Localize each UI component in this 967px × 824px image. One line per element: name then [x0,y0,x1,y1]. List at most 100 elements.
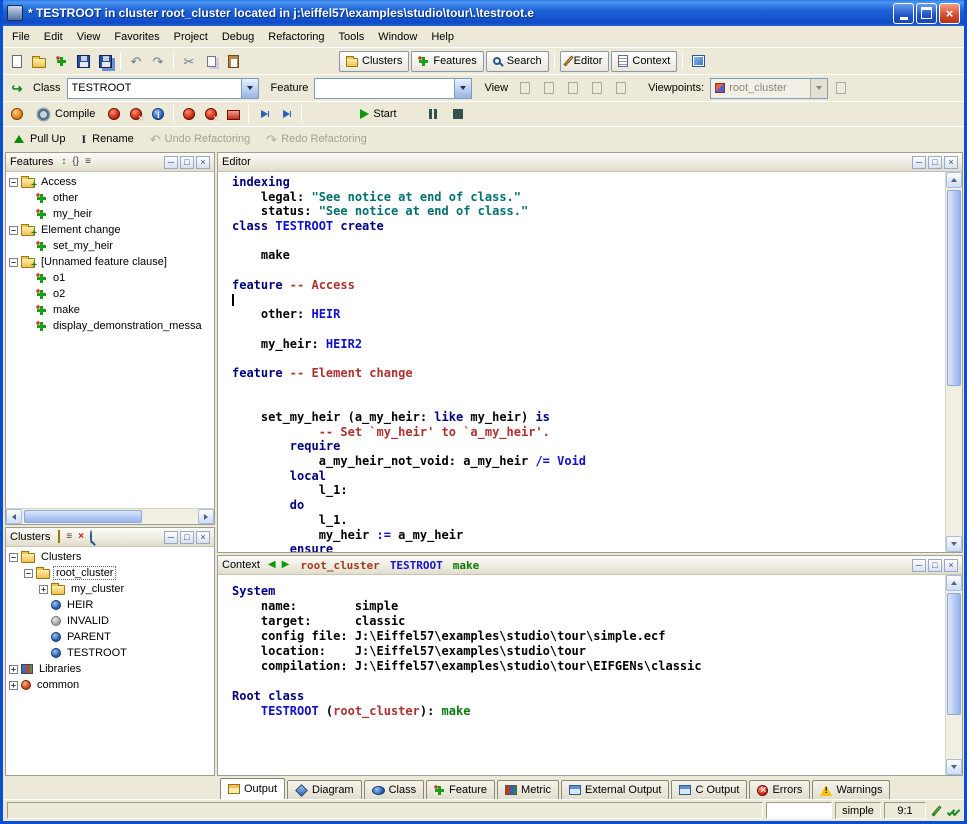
collapse-icon[interactable]: − [24,569,33,578]
redo-button[interactable]: ↷ [148,50,168,72]
breadcrumb-cluster[interactable]: root_cluster [300,559,379,572]
viewpoints-combo-dropdown-icon[interactable] [810,79,827,98]
tree-item-common[interactable]: +common [6,677,214,693]
tree-item-my-cluster[interactable]: +my_cluster [6,581,214,597]
features-tool-button[interactable]: Features [411,51,483,72]
undo-button[interactable]: ↶ [126,50,146,72]
tab-warnings[interactable]: Warnings [812,780,890,799]
tree-item-testroot[interactable]: TESTROOT [6,645,214,661]
panel-maximize-button[interactable]: □ [928,559,942,572]
expand-icon[interactable]: + [9,681,18,690]
collapse-icon[interactable]: − [9,553,18,562]
cut-button[interactable]: ✂ [179,50,199,72]
melt-button[interactable] [7,103,27,125]
context-panel-header[interactable]: Context ◀ ▶ root_clusterTESTROOTmake ─ □… [218,556,962,575]
editor-vscrollbar[interactable] [945,172,962,552]
tree-item-invalid[interactable]: INVALID [6,613,214,629]
minimize-button[interactable] [893,3,914,24]
tree-item-access[interactable]: −Access [6,174,214,190]
panel-minimize-button[interactable]: ─ [164,531,178,544]
new-item-button[interactable] [51,50,71,72]
panel-maximize-button[interactable]: □ [928,156,942,169]
features-hscrollbar[interactable] [6,508,214,524]
tree-item-my-heir[interactable]: my_heir [6,206,214,222]
tab-errors[interactable]: Errors [749,780,810,799]
finalize-button[interactable] [126,103,146,125]
menu-help[interactable]: Help [424,28,461,46]
scroll-up-button[interactable] [946,172,962,188]
step-over-button[interactable] [276,103,296,125]
new-cluster-icon[interactable] [57,532,61,542]
enable-breakpoints-button[interactable] [179,103,199,125]
panel-minimize-button[interactable]: ─ [912,156,926,169]
undo-refactoring-button[interactable]: ↶ Undo Refactoring [143,129,258,150]
panel-close-button[interactable]: × [944,559,958,572]
expand-icon[interactable]: + [39,585,48,594]
tree-item-element-change[interactable]: −Element change [6,222,214,238]
scroll-down-button[interactable] [946,759,962,775]
start-button[interactable]: Start [353,104,403,125]
menu-refactoring[interactable]: Refactoring [261,28,331,46]
features-panel-header[interactable]: Features ↕ {} ≡ ─ □ × [6,153,214,172]
open-button[interactable] [29,50,49,72]
history-back-icon[interactable]: ◀ [267,560,277,570]
panel-minimize-button[interactable]: ─ [912,559,926,572]
delete-icon[interactable]: × [77,532,85,542]
context-output-area[interactable]: System name: simple target: classic conf… [218,575,945,775]
tree-item-o2[interactable]: o2 [6,286,214,302]
view-interface-button[interactable] [610,77,632,99]
maximize-button[interactable] [916,3,937,24]
tool-menu-icon[interactable]: ≡ [84,157,92,167]
tab-external-output[interactable]: External Output [561,780,669,799]
panel-close-button[interactable]: × [944,156,958,169]
feature-combo-dropdown-icon[interactable] [454,79,471,98]
sort-icon[interactable]: ↕ [60,157,67,167]
editor-panel-header[interactable]: Editor ─ □ × [218,153,962,172]
scroll-left-button[interactable] [6,509,22,524]
tree-item-o1[interactable]: o1 [6,270,214,286]
cluster-search-icon[interactable] [89,532,95,542]
scroll-up-button[interactable] [946,575,962,591]
tab-feature[interactable]: Feature [426,780,495,799]
clusters-panel-header[interactable]: Clusters ≡ × ─ □ × [6,528,214,547]
class-combo-dropdown-icon[interactable] [241,79,258,98]
tree-item-parent[interactable]: PARENT [6,629,214,645]
redo-refactoring-button[interactable]: ↷ Redo Refactoring [259,129,374,150]
breadcrumb-class[interactable]: TESTROOT [390,559,443,572]
vscroll-thumb[interactable] [947,593,961,715]
save-all-button[interactable] [95,50,115,72]
project-info-button[interactable]: i [148,103,168,125]
tree-item-set-my-heir[interactable]: set_my_heir [6,238,214,254]
expand-icon[interactable]: + [9,665,18,674]
tree-item-clusters[interactable]: −Clusters [6,549,214,565]
panel-maximize-button[interactable]: □ [180,156,194,169]
view-clickable-button[interactable] [538,77,560,99]
copy-button[interactable] [201,50,221,72]
new-window-button[interactable] [7,50,27,72]
scroll-right-button[interactable] [198,509,214,524]
freeze-button[interactable] [104,103,124,125]
collapse-icon[interactable]: − [9,178,18,187]
collapse-icon[interactable]: − [9,258,18,267]
panel-minimize-button[interactable]: ─ [164,156,178,169]
breadcrumb-feature[interactable]: make [453,559,480,572]
view-contract-button[interactable] [586,77,608,99]
menu-file[interactable]: File [5,28,37,46]
menu-tools[interactable]: Tools [332,28,372,46]
paste-button[interactable] [223,50,243,72]
context-tool-button[interactable]: Context [611,51,677,72]
send-to-new-window-button[interactable]: ↪ [7,77,27,99]
rename-button[interactable]: I Rename [74,129,140,150]
panel-close-button[interactable]: × [196,156,210,169]
panel-close-button[interactable]: × [196,531,210,544]
tree-item-root-cluster[interactable]: −root_cluster [6,565,214,581]
close-button[interactable]: × [939,3,960,24]
compile-button[interactable]: Compile [29,104,102,125]
scroll-down-button[interactable] [946,536,962,552]
tab-class[interactable]: Class [364,780,425,799]
hscroll-thumb[interactable] [24,510,142,523]
editor-tool-button[interactable]: Editor [560,51,610,72]
tab-c-output[interactable]: C Output [671,780,747,799]
feature-combo[interactable] [314,78,472,99]
disable-breakpoints-button[interactable] [201,103,221,125]
